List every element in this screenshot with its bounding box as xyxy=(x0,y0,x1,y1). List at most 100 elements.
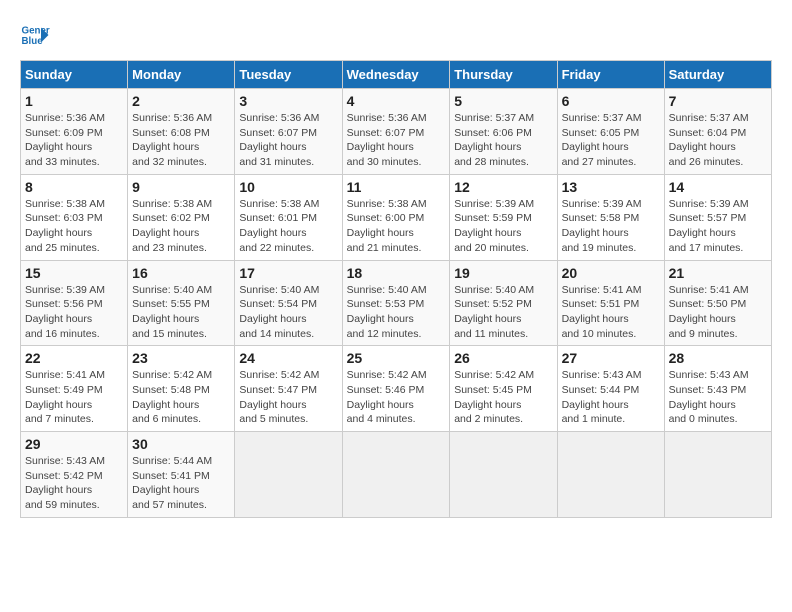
header-monday: Monday xyxy=(128,61,235,89)
day-info: Sunrise: 5:36 AMSunset: 6:07 PMDaylight … xyxy=(347,111,446,170)
day-info: Sunrise: 5:37 AMSunset: 6:05 PMDaylight … xyxy=(562,111,660,170)
header-thursday: Thursday xyxy=(450,61,557,89)
calendar-cell: 24 Sunrise: 5:42 AMSunset: 5:47 PMDayligh… xyxy=(235,346,342,432)
day-number: 18 xyxy=(347,265,446,281)
header-friday: Friday xyxy=(557,61,664,89)
day-info: Sunrise: 5:44 AMSunset: 5:41 PMDaylight … xyxy=(132,454,230,513)
header-sunday: Sunday xyxy=(21,61,128,89)
day-info: Sunrise: 5:39 AMSunset: 5:56 PMDaylight … xyxy=(25,283,123,342)
day-number: 6 xyxy=(562,93,660,109)
day-number: 14 xyxy=(669,179,767,195)
calendar-cell: 10Sunrise: 5:38 AMSunset: 6:01 PMDayligh… xyxy=(235,174,342,260)
calendar-cell: 11 Sunrise: 5:38 AMSunset: 6:00 PMDayligh… xyxy=(342,174,450,260)
day-info: Sunrise: 5:40 AMSunset: 5:55 PMDaylight … xyxy=(132,283,230,342)
calendar-week-row: 15 Sunrise: 5:39 AMSunset: 5:56 PMDayligh… xyxy=(21,260,772,346)
day-number: 10 xyxy=(239,179,337,195)
calendar-cell: 23 Sunrise: 5:42 AMSunset: 5:48 PMDayligh… xyxy=(128,346,235,432)
calendar-cell: 28 Sunrise: 5:43 AMSunset: 5:43 PMDayligh… xyxy=(664,346,771,432)
calendar-cell: 9Sunrise: 5:38 AMSunset: 6:02 PMDaylight… xyxy=(128,174,235,260)
calendar-cell: 16 Sunrise: 5:40 AMSunset: 5:55 PMDayligh… xyxy=(128,260,235,346)
day-info: Sunrise: 5:40 AMSunset: 5:53 PMDaylight … xyxy=(347,283,446,342)
day-number: 30 xyxy=(132,436,230,452)
svg-text:Blue: Blue xyxy=(22,36,44,47)
day-info: Sunrise: 5:42 AMSunset: 5:46 PMDaylight … xyxy=(347,368,446,427)
day-info: Sunrise: 5:39 AMSunset: 5:59 PMDaylight … xyxy=(454,197,552,256)
day-number: 29 xyxy=(25,436,123,452)
day-info: Sunrise: 5:36 AMSunset: 6:07 PMDaylight … xyxy=(239,111,337,170)
header-wednesday: Wednesday xyxy=(342,61,450,89)
calendar-cell: 27Sunrise: 5:43 AMSunset: 5:44 PMDayligh… xyxy=(557,346,664,432)
day-info: Sunrise: 5:43 AMSunset: 5:43 PMDaylight … xyxy=(669,368,767,427)
calendar-cell: 20 Sunrise: 5:41 AMSunset: 5:51 PMDayligh… xyxy=(557,260,664,346)
calendar-cell: 21 Sunrise: 5:41 AMSunset: 5:50 PMDayligh… xyxy=(664,260,771,346)
day-number: 24 xyxy=(239,350,337,366)
calendar-cell: 1 Sunrise: 5:36 AMSunset: 6:09 PMDaylight… xyxy=(21,89,128,175)
calendar-cell: 5 Sunrise: 5:37 AMSunset: 6:06 PMDaylight… xyxy=(450,89,557,175)
day-info: Sunrise: 5:38 AMSunset: 6:00 PMDaylight … xyxy=(347,197,446,256)
day-info: Sunrise: 5:42 AMSunset: 5:47 PMDaylight … xyxy=(239,368,337,427)
day-info: Sunrise: 5:41 AMSunset: 5:50 PMDaylight … xyxy=(669,283,767,342)
day-number: 15 xyxy=(25,265,123,281)
calendar-cell: 30 Sunrise: 5:44 AMSunset: 5:41 PMDayligh… xyxy=(128,432,235,518)
logo-icon: General Blue xyxy=(20,20,50,50)
calendar-table: SundayMondayTuesdayWednesdayThursdayFrid… xyxy=(20,60,772,518)
calendar-cell xyxy=(557,432,664,518)
calendar-cell: 12 Sunrise: 5:39 AMSunset: 5:59 PMDayligh… xyxy=(450,174,557,260)
day-number: 3 xyxy=(239,93,337,109)
day-info: Sunrise: 5:36 AMSunset: 6:09 PMDaylight … xyxy=(25,111,123,170)
calendar-cell: 25 Sunrise: 5:42 AMSunset: 5:46 PMDayligh… xyxy=(342,346,450,432)
calendar-cell: 8 Sunrise: 5:38 AMSunset: 6:03 PMDaylight… xyxy=(21,174,128,260)
day-info: Sunrise: 5:40 AMSunset: 5:52 PMDaylight … xyxy=(454,283,552,342)
header-saturday: Saturday xyxy=(664,61,771,89)
calendar-cell: 22Sunrise: 5:41 AMSunset: 5:49 PMDayligh… xyxy=(21,346,128,432)
calendar-cell: 29 Sunrise: 5:43 AMSunset: 5:42 PMDayligh… xyxy=(21,432,128,518)
day-number: 16 xyxy=(132,265,230,281)
logo: General Blue xyxy=(20,20,54,50)
calendar-week-row: 8 Sunrise: 5:38 AMSunset: 6:03 PMDaylight… xyxy=(21,174,772,260)
day-info: Sunrise: 5:39 AMSunset: 5:58 PMDaylight … xyxy=(562,197,660,256)
calendar-cell: 13Sunrise: 5:39 AMSunset: 5:58 PMDayligh… xyxy=(557,174,664,260)
calendar-week-row: 1 Sunrise: 5:36 AMSunset: 6:09 PMDaylight… xyxy=(21,89,772,175)
day-number: 4 xyxy=(347,93,446,109)
day-number: 20 xyxy=(562,265,660,281)
day-info: Sunrise: 5:38 AMSunset: 6:03 PMDaylight … xyxy=(25,197,123,256)
day-number: 28 xyxy=(669,350,767,366)
day-info: Sunrise: 5:41 AMSunset: 5:49 PMDaylight … xyxy=(25,368,123,427)
page-header: General Blue xyxy=(20,20,772,50)
day-info: Sunrise: 5:43 AMSunset: 5:42 PMDaylight … xyxy=(25,454,123,513)
calendar-cell: 14 Sunrise: 5:39 AMSunset: 5:57 PMDayligh… xyxy=(664,174,771,260)
calendar-cell xyxy=(235,432,342,518)
day-number: 21 xyxy=(669,265,767,281)
day-info: Sunrise: 5:41 AMSunset: 5:51 PMDaylight … xyxy=(562,283,660,342)
day-number: 5 xyxy=(454,93,552,109)
day-number: 26 xyxy=(454,350,552,366)
day-number: 25 xyxy=(347,350,446,366)
calendar-cell: 19Sunrise: 5:40 AMSunset: 5:52 PMDayligh… xyxy=(450,260,557,346)
day-number: 1 xyxy=(25,93,123,109)
day-info: Sunrise: 5:37 AMSunset: 6:04 PMDaylight … xyxy=(669,111,767,170)
day-number: 8 xyxy=(25,179,123,195)
day-number: 9 xyxy=(132,179,230,195)
calendar-cell xyxy=(450,432,557,518)
calendar-cell: 4 Sunrise: 5:36 AMSunset: 6:07 PMDaylight… xyxy=(342,89,450,175)
day-number: 17 xyxy=(239,265,337,281)
day-info: Sunrise: 5:36 AMSunset: 6:08 PMDaylight … xyxy=(132,111,230,170)
day-info: Sunrise: 5:37 AMSunset: 6:06 PMDaylight … xyxy=(454,111,552,170)
calendar-cell: 6 Sunrise: 5:37 AMSunset: 6:05 PMDaylight… xyxy=(557,89,664,175)
calendar-cell: 3 Sunrise: 5:36 AMSunset: 6:07 PMDaylight… xyxy=(235,89,342,175)
day-info: Sunrise: 5:43 AMSunset: 5:44 PMDaylight … xyxy=(562,368,660,427)
calendar-body: 1 Sunrise: 5:36 AMSunset: 6:09 PMDaylight… xyxy=(21,89,772,518)
calendar-week-row: 22Sunrise: 5:41 AMSunset: 5:49 PMDayligh… xyxy=(21,346,772,432)
day-number: 11 xyxy=(347,179,446,195)
calendar-cell: 15 Sunrise: 5:39 AMSunset: 5:56 PMDayligh… xyxy=(21,260,128,346)
calendar-cell: 7 Sunrise: 5:37 AMSunset: 6:04 PMDaylight… xyxy=(664,89,771,175)
day-info: Sunrise: 5:42 AMSunset: 5:48 PMDaylight … xyxy=(132,368,230,427)
day-number: 2 xyxy=(132,93,230,109)
calendar-week-row: 29 Sunrise: 5:43 AMSunset: 5:42 PMDayligh… xyxy=(21,432,772,518)
day-number: 7 xyxy=(669,93,767,109)
calendar-cell: 2 Sunrise: 5:36 AMSunset: 6:08 PMDaylight… xyxy=(128,89,235,175)
day-info: Sunrise: 5:39 AMSunset: 5:57 PMDaylight … xyxy=(669,197,767,256)
day-number: 12 xyxy=(454,179,552,195)
header-tuesday: Tuesday xyxy=(235,61,342,89)
day-number: 23 xyxy=(132,350,230,366)
